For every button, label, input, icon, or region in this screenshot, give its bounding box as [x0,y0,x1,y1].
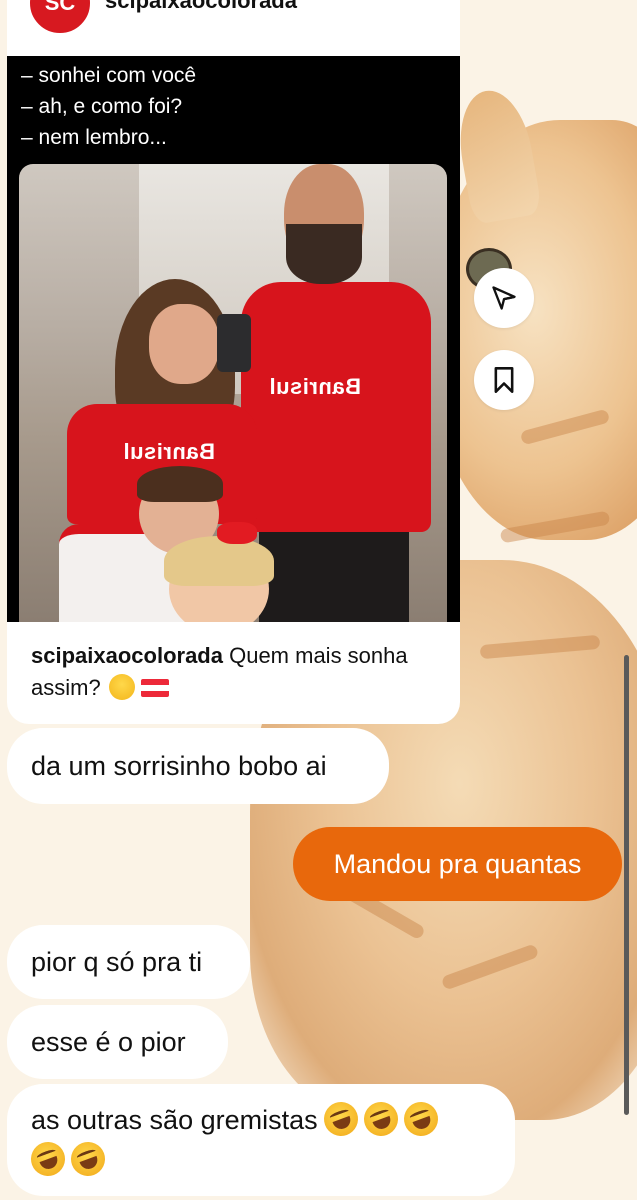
meme-line: – nem lembro... [21,126,167,149]
post-header[interactable]: SC scipaixaocolorada [7,0,460,56]
post-image[interactable]: – sonhei com você – ah, e como foi? – ne… [7,56,460,622]
caption-username[interactable]: scipaixaocolorada [31,643,223,668]
man-figure [259,522,409,622]
man-figure [241,282,431,532]
send-icon [492,286,516,310]
message-text: pior q só pra ti [31,946,203,977]
rofl-emoji-icon [26,1137,70,1181]
message-incoming[interactable]: pior q só pra ti [7,925,250,999]
shirt-sponsor-text: Banrisul [269,374,362,399]
austria-flag-emoji-icon [140,679,169,697]
share-button[interactable] [474,268,534,328]
rofl-emoji-icon [66,1137,110,1181]
shared-post-card[interactable]: SC scipaixaocolorada – sonhei com você –… [7,0,460,724]
meme-line: – sonhei com você [21,64,197,87]
family-photo: Banrisul Banrisul [19,164,447,622]
boy-figure [137,466,223,502]
girl-figure [164,536,274,586]
post-caption: scipaixaocolorada Quem mais sonha assim? [31,640,441,704]
message-incoming[interactable]: da um sorrisinho bobo ai [7,728,389,804]
rofl-emoji-icon [318,1097,363,1141]
message-text: Mandou pra quantas [333,848,582,879]
message-incoming[interactable]: esse é o pior [7,1005,228,1079]
meme-line: – ah, e como foi? [21,95,183,118]
bookmark-icon [494,367,514,393]
phone [217,314,251,372]
scrollbar[interactable] [624,655,629,1115]
girl-figure [217,522,257,544]
post-username[interactable]: scipaixaocolorada [105,0,297,14]
meme-caption: – sonhei com você – ah, e como foi? – ne… [21,60,196,153]
message-text: esse é o pior [31,1026,186,1057]
post-avatar[interactable]: SC [27,0,93,36]
rofl-emoji-icon [358,1097,403,1141]
shirt-sponsor-text: Banrisul [123,439,216,464]
message-text: da um sorrisinho bobo ai [31,750,327,781]
save-button[interactable] [474,350,534,410]
message-text: as outras são gremistas [31,1105,318,1135]
sweat-smile-emoji-icon [108,674,135,700]
message-incoming[interactable]: as outras são gremistas [7,1084,515,1196]
message-outgoing[interactable]: Mandou pra quantas [293,827,622,901]
woman-figure [149,304,219,384]
man-figure [286,224,362,284]
rofl-emoji-icon [398,1097,443,1141]
